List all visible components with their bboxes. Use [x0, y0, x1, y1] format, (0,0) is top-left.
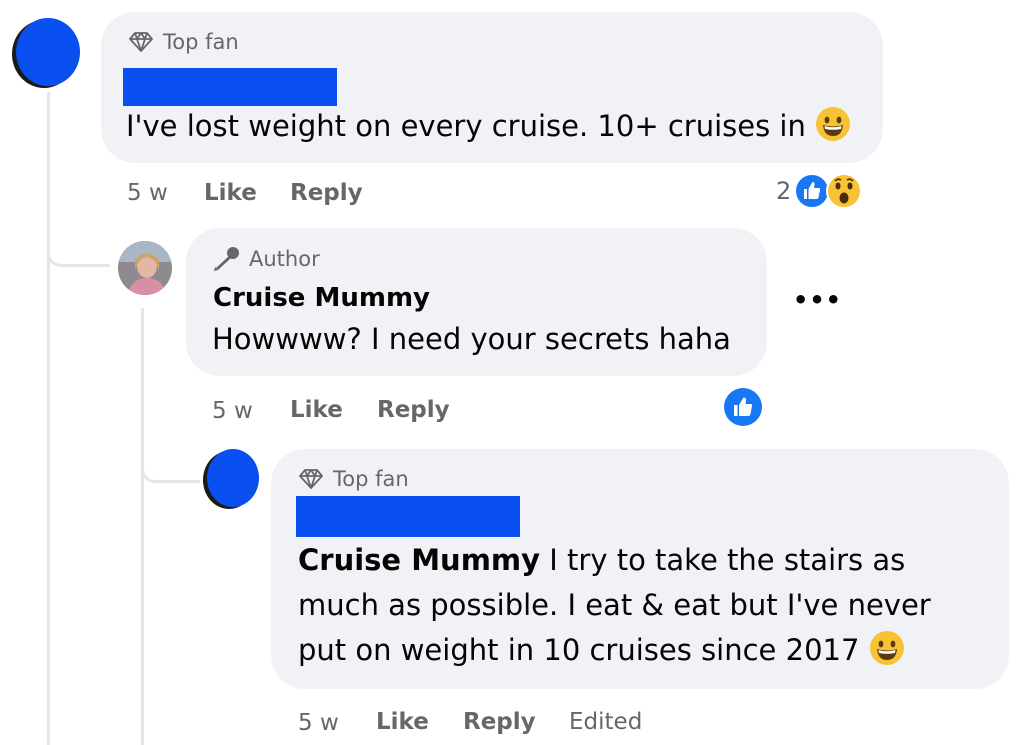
- thread-line-main: [47, 92, 50, 745]
- timestamp[interactable]: 5 w: [212, 398, 253, 424]
- thread-line-reply: [141, 308, 144, 745]
- thread-connector-reply-1: [47, 236, 110, 267]
- reply-button[interactable]: Reply: [377, 397, 450, 423]
- author-badge[interactable]: Author: [212, 246, 320, 272]
- timestamp[interactable]: 5 w: [298, 710, 339, 736]
- comment-text: I've lost weight on every cruise. 10+ cr…: [126, 104, 851, 149]
- more-options-button[interactable]: •••: [793, 286, 842, 314]
- author-name[interactable]: Cruise Mummy: [213, 283, 430, 313]
- reactions-summary[interactable]: 2: [776, 172, 863, 210]
- badge-label: Author: [249, 247, 320, 271]
- like-button[interactable]: Like: [290, 397, 343, 423]
- timestamp[interactable]: 5 w: [127, 180, 168, 206]
- comment-text-line-1: Cruise Mummy I try to take the stairs as: [298, 543, 906, 577]
- diamond-icon: [129, 32, 153, 52]
- microphone-icon: [214, 247, 239, 271]
- wow-icon: [826, 173, 863, 209]
- like-button[interactable]: Like: [204, 180, 257, 206]
- badge-label: Top fan: [333, 467, 409, 491]
- comment-text-line-2: much as possible. I eat & eat but I've n…: [298, 588, 931, 622]
- avatar[interactable]: [117, 240, 173, 296]
- grinning-face-icon: [869, 631, 904, 665]
- reply-button[interactable]: Reply: [290, 180, 363, 206]
- like-icon[interactable]: [723, 387, 763, 427]
- badge-label: Top fan: [163, 30, 239, 54]
- grinning-face-icon: [816, 107, 851, 141]
- diamond-icon: [299, 469, 323, 489]
- top-fan-badge[interactable]: Top fan: [298, 467, 409, 491]
- reaction-count: 2: [776, 177, 792, 205]
- comment-text-line-3: put on weight in 10 cruises since 2017: [298, 628, 905, 673]
- mention-link[interactable]: Cruise Mummy: [298, 543, 540, 577]
- edited-label[interactable]: Edited: [569, 709, 642, 735]
- reply-button[interactable]: Reply: [463, 709, 536, 735]
- avatar[interactable]: [16, 18, 80, 86]
- top-fan-badge[interactable]: Top fan: [128, 30, 239, 54]
- like-button[interactable]: Like: [376, 709, 429, 735]
- redacted-name: [123, 68, 337, 106]
- redacted-name: [296, 496, 520, 537]
- thread-connector-reply-2: [141, 452, 200, 483]
- avatar[interactable]: [207, 449, 259, 507]
- comment-text: Howwww? I need your secrets haha: [212, 322, 731, 356]
